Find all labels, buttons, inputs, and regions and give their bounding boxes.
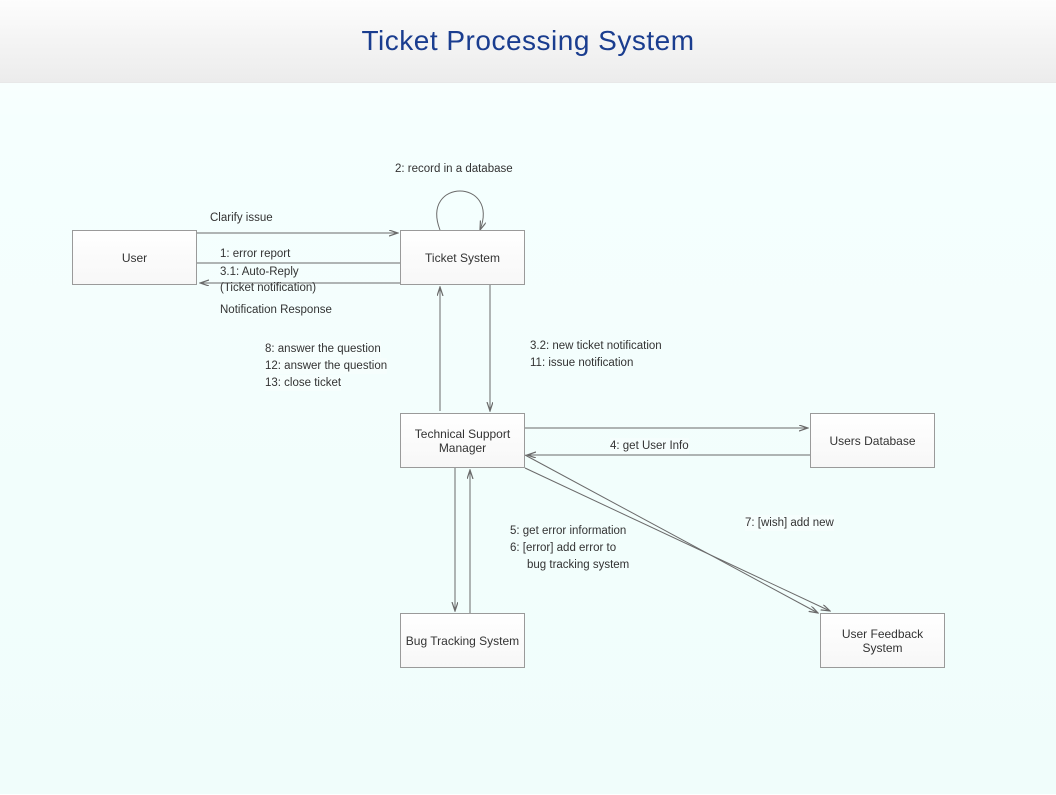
node-label: User [122, 251, 147, 265]
page-title: Ticket Processing System [361, 25, 694, 57]
node-ticket-system: Ticket System [400, 230, 525, 285]
label-get-error-5: 5: get error information [510, 523, 626, 539]
label-add-error-6b: bug tracking system [527, 557, 629, 573]
label-record-database: 2: record in a database [395, 161, 513, 177]
label-get-user-info: 4: get User Info [610, 438, 689, 454]
label-wish-7: 7: [wish] add new [745, 515, 834, 531]
label-auto-reply-2: (Ticket notification) [220, 280, 316, 296]
node-bug-tracking: Bug Tracking System [400, 613, 525, 668]
node-user: User [72, 230, 197, 285]
label-answer-12: 12: answer the question [265, 358, 387, 374]
label-error-report: 1: error report [220, 246, 290, 262]
node-label: Bug Tracking System [406, 634, 519, 648]
label-add-error-6a: 6: [error] add error to [510, 540, 616, 556]
label-notification-response: Notification Response [220, 302, 332, 318]
node-user-feedback: User Feedback System [820, 613, 945, 668]
node-label: Users Database [829, 434, 915, 448]
node-label: Technical Support Manager [405, 427, 520, 455]
label-clarify-issue: Clarify issue [210, 210, 273, 226]
page-header: Ticket Processing System [0, 0, 1056, 83]
label-answer-8: 8: answer the question [265, 341, 381, 357]
label-auto-reply-1: 3.1: Auto-Reply [220, 264, 299, 280]
label-issue-notification: 11: issue notification [530, 355, 633, 371]
diagram-canvas: User Ticket System Technical Support Man… [0, 83, 1056, 795]
node-label: User Feedback System [825, 627, 940, 655]
label-close-13: 13: close ticket [265, 375, 341, 391]
node-label: Ticket System [425, 251, 500, 265]
label-new-ticket: 3.2: new ticket notification [530, 338, 662, 354]
node-users-database: Users Database [810, 413, 935, 468]
node-tech-support: Technical Support Manager [400, 413, 525, 468]
